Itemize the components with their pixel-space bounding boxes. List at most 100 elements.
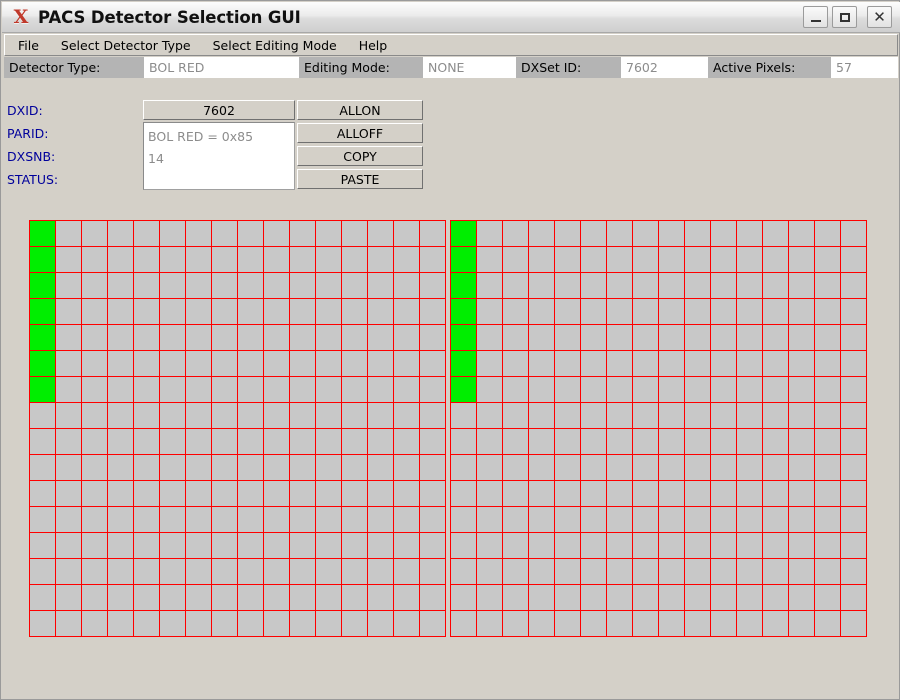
detector-cell[interactable] (503, 377, 528, 402)
detector-cell[interactable] (238, 299, 263, 324)
detector-cell[interactable] (763, 221, 788, 246)
detector-cell[interactable] (711, 273, 736, 298)
detector-cell[interactable] (290, 585, 315, 610)
detector-cell[interactable] (30, 533, 55, 558)
detector-cell[interactable] (841, 221, 866, 246)
detector-cell[interactable] (316, 273, 341, 298)
detector-cell[interactable] (394, 507, 419, 532)
detector-cell[interactable] (290, 273, 315, 298)
detector-cell[interactable] (841, 559, 866, 584)
detector-cell[interactable] (108, 325, 133, 350)
detector-cell[interactable] (316, 299, 341, 324)
detector-cell[interactable] (789, 507, 814, 532)
detector-cell[interactable] (290, 455, 315, 480)
detector-cell[interactable] (316, 247, 341, 272)
detector-cell[interactable] (685, 507, 710, 532)
detector-cell[interactable] (212, 429, 237, 454)
detector-cell[interactable] (30, 481, 55, 506)
detector-cell[interactable] (134, 455, 159, 480)
detector-cell[interactable] (264, 507, 289, 532)
detector-cell[interactable] (290, 351, 315, 376)
detector-cell[interactable] (186, 299, 211, 324)
detector-cell[interactable] (264, 533, 289, 558)
detector-cell[interactable] (503, 481, 528, 506)
detector-cell[interactable] (316, 429, 341, 454)
detector-cell[interactable] (342, 247, 367, 272)
detector-cell[interactable] (555, 585, 580, 610)
detector-cell[interactable] (264, 559, 289, 584)
detector-cell[interactable] (264, 455, 289, 480)
detector-cell[interactable] (685, 299, 710, 324)
detector-cell[interactable] (529, 247, 554, 272)
detector-cell[interactable] (212, 507, 237, 532)
detector-cell[interactable] (503, 299, 528, 324)
detector-cell[interactable] (30, 299, 55, 324)
detector-cell[interactable] (420, 559, 445, 584)
detector-cell[interactable] (555, 247, 580, 272)
detector-cell[interactable] (607, 273, 632, 298)
detector-cell[interactable] (108, 559, 133, 584)
detector-cell[interactable] (815, 273, 840, 298)
detector-cell[interactable] (82, 351, 107, 376)
detector-cell[interactable] (763, 585, 788, 610)
detector-cell[interactable] (108, 221, 133, 246)
detector-cell[interactable] (789, 481, 814, 506)
detector-cell[interactable] (607, 351, 632, 376)
detector-cell[interactable] (290, 325, 315, 350)
detector-cell[interactable] (607, 507, 632, 532)
detector-cell[interactable] (342, 507, 367, 532)
detector-cell[interactable] (633, 481, 658, 506)
detector-cell[interactable] (238, 351, 263, 376)
detector-cell[interactable] (160, 455, 185, 480)
detector-cell[interactable] (394, 611, 419, 636)
detector-cell[interactable] (737, 559, 762, 584)
detector-cell[interactable] (451, 507, 476, 532)
detector-cell[interactable] (264, 429, 289, 454)
detector-cell[interactable] (815, 351, 840, 376)
detector-cell[interactable] (581, 299, 606, 324)
detector-cell[interactable] (659, 481, 684, 506)
detector-cell[interactable] (186, 221, 211, 246)
detector-cell[interactable] (56, 221, 81, 246)
detector-cell[interactable] (160, 403, 185, 428)
detector-cell[interactable] (737, 481, 762, 506)
detector-cell[interactable] (763, 429, 788, 454)
detector-cell[interactable] (555, 273, 580, 298)
detector-cell[interactable] (394, 221, 419, 246)
detector-cell[interactable] (212, 351, 237, 376)
detector-cell[interactable] (30, 585, 55, 610)
detector-cell[interactable] (56, 377, 81, 402)
detector-cell[interactable] (633, 533, 658, 558)
dxset-id-value[interactable]: 7602 (621, 57, 708, 78)
detector-cell[interactable] (342, 559, 367, 584)
detector-cell[interactable] (763, 507, 788, 532)
detector-cell[interactable] (56, 481, 81, 506)
detector-cell[interactable] (659, 533, 684, 558)
detector-cell[interactable] (316, 507, 341, 532)
detector-cell[interactable] (529, 507, 554, 532)
detector-cell[interactable] (737, 403, 762, 428)
detector-cell[interactable] (238, 585, 263, 610)
detector-cell[interactable] (290, 507, 315, 532)
detector-cell[interactable] (477, 351, 502, 376)
detector-cell[interactable] (789, 273, 814, 298)
detector-cell[interactable] (607, 403, 632, 428)
info-text-area[interactable]: BOL RED = 0x85 14 (143, 122, 295, 190)
detector-cell[interactable] (342, 611, 367, 636)
detector-cell[interactable] (368, 533, 393, 558)
active-pixels-value[interactable]: 57 (831, 57, 898, 78)
detector-cell[interactable] (160, 325, 185, 350)
detector-cell[interactable] (789, 325, 814, 350)
detector-cell[interactable] (342, 429, 367, 454)
detector-cell[interactable] (451, 403, 476, 428)
detector-cell[interactable] (264, 325, 289, 350)
detector-cell[interactable] (581, 455, 606, 480)
detector-cell[interactable] (212, 325, 237, 350)
detector-cell[interactable] (477, 455, 502, 480)
detector-cell[interactable] (264, 221, 289, 246)
detector-cell[interactable] (316, 377, 341, 402)
detector-cell[interactable] (82, 273, 107, 298)
detector-cell[interactable] (789, 403, 814, 428)
detector-cell[interactable] (238, 533, 263, 558)
detector-cell[interactable] (316, 351, 341, 376)
